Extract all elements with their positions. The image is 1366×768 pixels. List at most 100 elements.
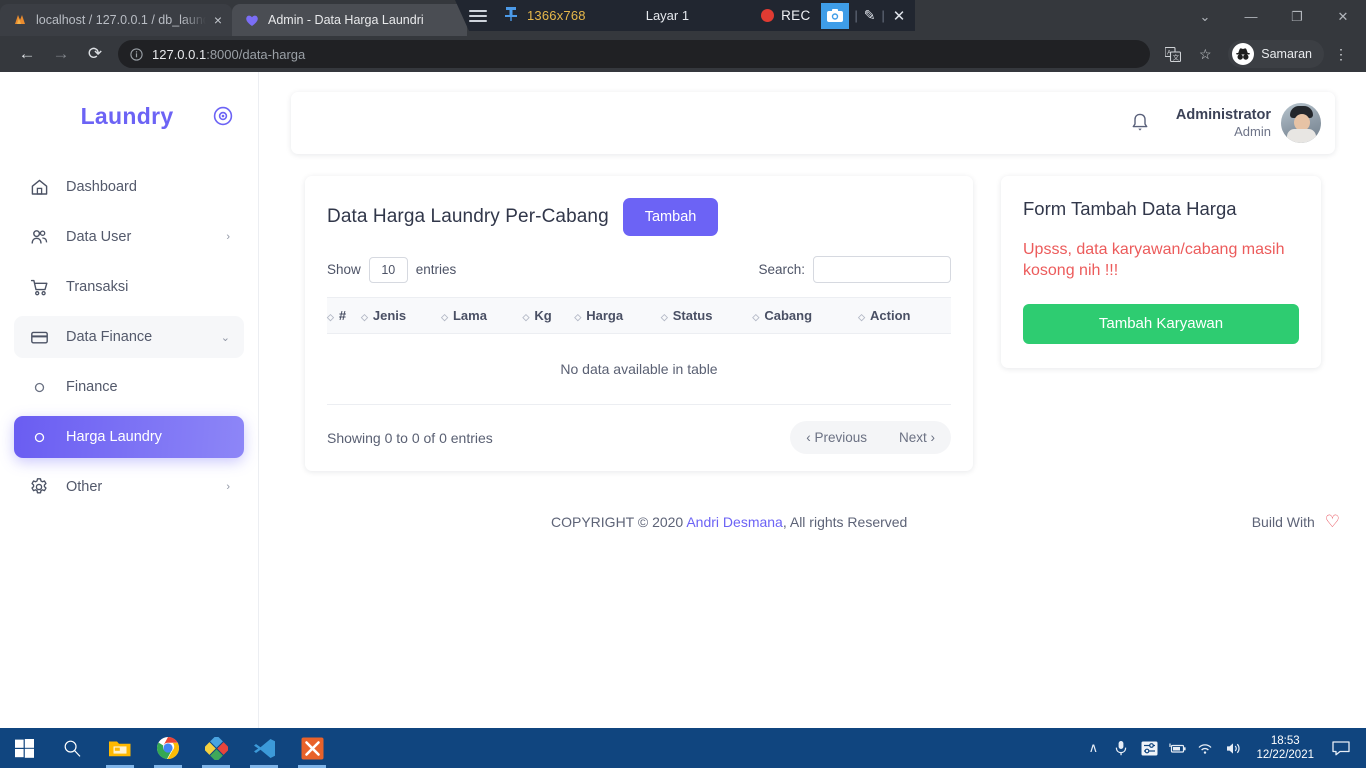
divider: | <box>881 8 885 23</box>
page-title: Data Harga Laundry Per-Cabang <box>327 206 609 227</box>
entries-per-page-input[interactable] <box>368 256 408 283</box>
taskbar-clock[interactable]: 18:53 12/22/2021 <box>1248 734 1322 763</box>
show-hidden-icons-icon[interactable]: ∧ <box>1080 728 1106 768</box>
camera-icon[interactable] <box>820 2 849 29</box>
column-header-kg[interactable]: ◇ Kg <box>522 297 575 334</box>
back-button[interactable]: ← <box>10 37 44 71</box>
add-button[interactable]: Tambah <box>622 198 719 236</box>
close-window-button[interactable]: ✕ <box>1320 0 1366 33</box>
sidebar-item-data-user[interactable]: Data User › <box>14 216 244 258</box>
search-input[interactable] <box>813 256 951 283</box>
browser-tab-admin[interactable]: Admin - Data Harga Laundri <box>232 4 467 36</box>
translate-icon[interactable]: A文 <box>1158 39 1188 69</box>
column-header-cabang[interactable]: ◇ Cabang <box>752 297 859 334</box>
next-page-button[interactable]: Next › <box>883 421 951 454</box>
reload-button[interactable]: ⟳ <box>78 37 112 71</box>
add-karyawan-button[interactable]: Tambah Karyawan <box>1023 303 1299 344</box>
sidebar-item-dashboard[interactable]: Dashboard <box>14 166 244 208</box>
copyright-suffix: , All rights Reserved <box>782 514 908 530</box>
column-header-jenis[interactable]: ◇ Jenis <box>360 297 442 334</box>
table-header-row: ◇ # ◇ Jenis ◇ Lama ◇ Kg ◇ Harga ◇ Status ◇ Caba… <box>327 297 951 334</box>
start-button[interactable] <box>0 728 48 768</box>
sidebar-item-transaksi[interactable]: Transaksi <box>14 266 244 308</box>
author-link[interactable]: Andri Desmana <box>686 514 783 530</box>
vscode-icon[interactable] <box>240 728 288 768</box>
wifi-icon[interactable] <box>1192 728 1218 768</box>
forward-button[interactable]: → <box>44 37 78 71</box>
column-header-action[interactable]: ◇ Action <box>858 297 951 334</box>
browser-address-bar: ← → ⟳ 127.0.0.1:8000/data-harga A文 ☆ Sam… <box>0 36 1366 72</box>
settings-icon[interactable] <box>1136 728 1162 768</box>
url-text: 127.0.0.1:8000/data-harga <box>152 47 305 62</box>
brand-name: Laundry <box>80 102 174 129</box>
sidebar-item-label: Dashboard <box>66 179 137 195</box>
table-header: Data Harga Laundry Per-Cabang Tambah <box>327 198 951 236</box>
search-control: Search: <box>758 256 951 283</box>
column-header-lama[interactable]: ◇ Lama <box>441 297 523 334</box>
sidebar-item-harga-laundry[interactable]: Harga Laundry <box>14 416 244 458</box>
target-icon[interactable] <box>212 105 234 127</box>
table-body: No data available in table <box>327 333 951 405</box>
sidebar-item-finance[interactable]: Finance <box>14 366 244 408</box>
empty-state-message: No data available in table <box>327 333 951 405</box>
restore-button[interactable]: ❐ <box>1274 0 1320 33</box>
volume-icon[interactable] <box>1220 728 1246 768</box>
minimize-button[interactable]: — <box>1228 0 1274 33</box>
battery-icon[interactable] <box>1164 728 1190 768</box>
circle-icon <box>28 382 50 393</box>
url-bar[interactable]: 127.0.0.1:8000/data-harga <box>118 40 1151 68</box>
browser-tab-phpmyadmin[interactable]: localhost / 127.0.0.1 / db_laundry × <box>0 4 232 36</box>
site-info-icon[interactable] <box>130 47 143 61</box>
browser-menu-icon[interactable]: ⋮ <box>1326 39 1356 69</box>
profile-button[interactable]: Samaran <box>1228 40 1324 68</box>
column-header-harga[interactable]: ◇ Harga <box>574 297 661 334</box>
bell-icon[interactable] <box>1130 112 1150 134</box>
profile-name: Samaran <box>1261 47 1312 61</box>
column-header-num[interactable]: ◇ # <box>327 297 361 334</box>
web-page: CODE CANDIL KUYA Laundry Dashboard Data … <box>0 72 1366 728</box>
chevron-down-icon: ⌄ <box>220 331 230 344</box>
chevron-right-icon: › <box>226 481 230 493</box>
previous-page-button[interactable]: ‹ Previous <box>790 421 883 454</box>
circle-icon <box>28 432 50 443</box>
recording-dimensions: 1366x768 <box>527 8 586 23</box>
form-card: Form Tambah Data Harga Upsss, data karya… <box>1001 176 1321 368</box>
sort-icon: ◇ <box>858 312 866 322</box>
file-explorer-icon[interactable] <box>96 728 144 768</box>
cart-icon <box>28 278 50 297</box>
search-icon[interactable] <box>48 728 96 768</box>
copyright-text: COPYRIGHT © 2020 Andri Desmana, All righ… <box>551 514 907 530</box>
user-menu[interactable]: Administrator Admin <box>1176 103 1321 143</box>
form-title: Form Tambah Data Harga <box>1023 198 1237 219</box>
sidebar-item-data-finance[interactable]: Data Finance ⌄ <box>14 316 244 358</box>
sidebar-item-other[interactable]: Other › <box>14 466 244 508</box>
copyright-prefix: COPYRIGHT © 2020 <box>551 514 687 530</box>
sidebar: Laundry Dashboard Data User › Transaksi … <box>0 72 259 728</box>
notification-icon[interactable] <box>1324 728 1358 768</box>
column-header-status[interactable]: ◇ Status <box>660 297 753 334</box>
close-icon[interactable]: ✕ <box>893 7 906 25</box>
chrome-icon[interactable] <box>144 728 192 768</box>
user-name: Administrator <box>1175 106 1271 123</box>
form-warning-message: Upsss, data karyawan/cabang masih kosong… <box>1023 241 1285 279</box>
hamburger-icon[interactable] <box>469 9 487 22</box>
sidebar-item-label: Other <box>66 479 103 495</box>
chevron-down-icon[interactable]: ⌄ <box>1182 0 1228 33</box>
sidebar-brand[interactable]: Laundry <box>0 88 258 144</box>
pen-icon[interactable]: ✎ <box>864 7 876 24</box>
sort-icon: ◇ <box>660 312 668 322</box>
table-controls: Show entries Search: <box>327 256 951 283</box>
table-footer: Showing 0 to 0 of 0 entries ‹ Previous N… <box>327 421 951 454</box>
bookmark-star-icon[interactable]: ☆ <box>1190 39 1220 69</box>
avatar[interactable] <box>1281 103 1321 143</box>
mic-icon[interactable] <box>1108 728 1134 768</box>
avatar-scarf <box>1287 129 1316 143</box>
gear-icon <box>28 477 50 497</box>
paint3d-icon[interactable] <box>192 728 240 768</box>
pin-icon[interactable] <box>505 6 517 25</box>
system-tray: ∧ 18:53 12/22/2021 <box>1080 728 1366 768</box>
table-row: No data available in table <box>327 333 951 405</box>
clock-time: 18:53 <box>1270 734 1300 747</box>
xampp-icon[interactable] <box>288 728 336 768</box>
close-icon[interactable]: × <box>214 13 222 27</box>
